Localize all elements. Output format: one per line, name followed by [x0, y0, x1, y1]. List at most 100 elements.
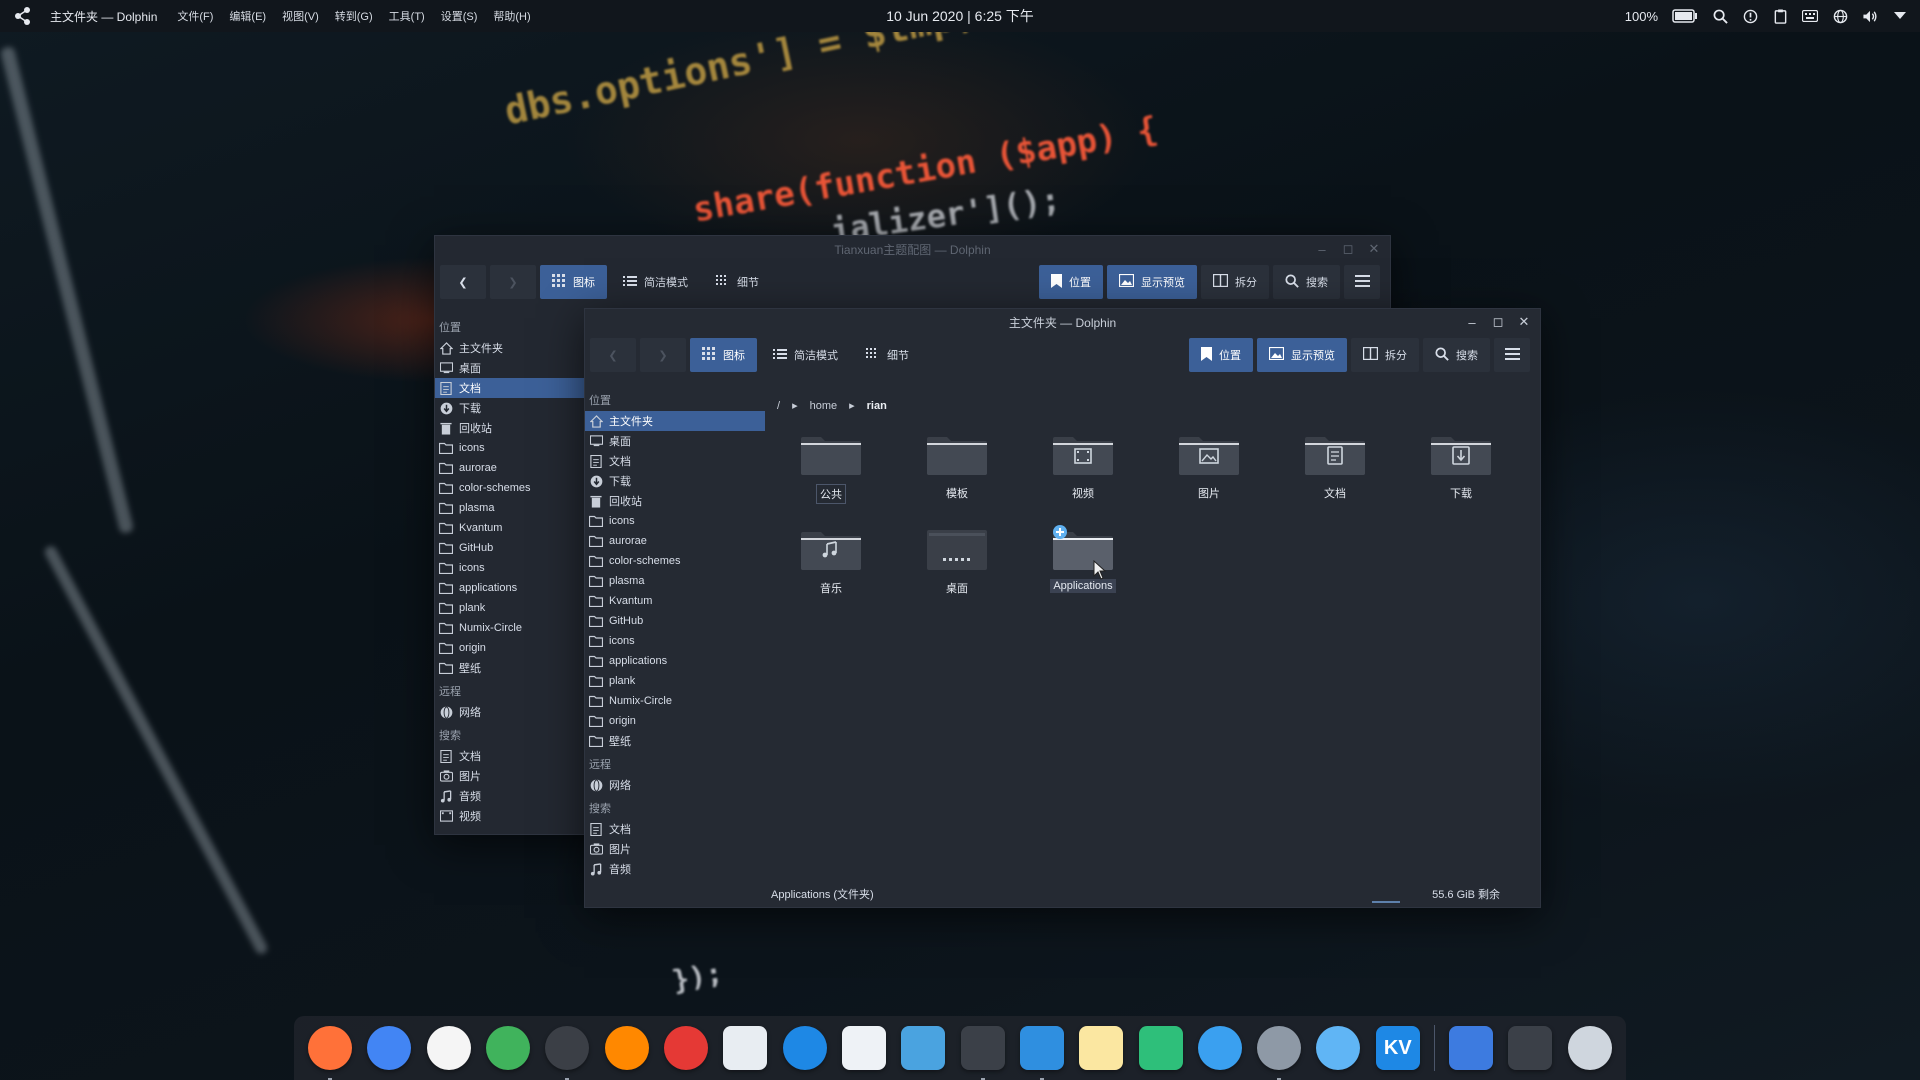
file-item[interactable]: 文档 [1287, 429, 1383, 502]
dock-app-browser[interactable] [1312, 1022, 1364, 1075]
dock-app-github[interactable] [423, 1022, 475, 1075]
split-button[interactable]: 拆分 [1201, 265, 1269, 299]
chevron-down-icon[interactable] [1892, 8, 1908, 24]
dock-app-store[interactable] [1134, 1022, 1186, 1075]
sidebar-item-places[interactable]: plasma [435, 498, 585, 518]
minimize-button[interactable]: – [1314, 241, 1330, 257]
sidebar-item-places[interactable]: 文档 [585, 451, 765, 471]
sidebar-item-places[interactable]: 桌面 [435, 358, 585, 378]
menu-item[interactable]: 视图(V) [282, 8, 319, 24]
back-button[interactable]: ❮ [440, 265, 486, 299]
menu-item[interactable]: 工具(T) [389, 8, 425, 24]
window-titlebar[interactable]: Tianxuan主题配图 — Dolphin – ◻ ✕ [435, 236, 1390, 262]
compact-view-button[interactable]: 简洁模式 [611, 265, 700, 299]
file-item[interactable]: Applications [1035, 524, 1131, 593]
places-button[interactable]: 位置 [1189, 338, 1253, 372]
dock-app-mail[interactable] [719, 1022, 771, 1075]
sidebar-item-places[interactable]: origin [435, 638, 585, 658]
sidebar-item-places[interactable]: 回收站 [435, 418, 585, 438]
sidebar-item-search[interactable]: 音频 [585, 859, 765, 879]
sidebar-item-places[interactable]: 文档 [435, 378, 585, 398]
sidebar-item-places[interactable]: plank [585, 671, 765, 691]
forward-button[interactable]: ❯ [490, 265, 536, 299]
sidebar-item-search[interactable]: 图片 [585, 839, 765, 859]
battery-icon[interactable] [1672, 8, 1698, 24]
close-button[interactable]: ✕ [1366, 241, 1382, 257]
dock-app-inkscape[interactable] [541, 1022, 593, 1080]
sidebar-item-places[interactable]: 下载 [435, 398, 585, 418]
sidebar-item-places[interactable]: color-schemes [585, 551, 765, 571]
sidebar-item-places[interactable]: icons [585, 631, 765, 651]
sidebar-item-places[interactable]: icons [435, 438, 585, 458]
sidebar-item-places[interactable]: applications [585, 651, 765, 671]
file-item[interactable]: 下载 [1413, 429, 1509, 502]
sidebar-item-search[interactable]: 图片 [435, 766, 585, 786]
sidebar-item-search[interactable]: 音频 [435, 786, 585, 806]
dock-app-settings[interactable] [1253, 1022, 1305, 1080]
dock-app-dolphin[interactable] [1016, 1022, 1068, 1080]
sidebar-item-remote[interactable]: 网络 [435, 702, 585, 722]
window-titlebar[interactable]: 主文件夹 — Dolphin – ◻ ✕ [585, 309, 1540, 335]
volume-icon[interactable] [1862, 8, 1878, 24]
sidebar-item-places[interactable]: 壁纸 [435, 658, 585, 678]
show-preview-button[interactable]: 显示预览 [1107, 265, 1197, 299]
dock-app-notes[interactable] [1075, 1022, 1127, 1075]
details-view-button[interactable]: 细节 [854, 338, 921, 372]
sidebar-item-search[interactable]: 视频 [435, 806, 585, 826]
sidebar-item-places[interactable]: 壁纸 [585, 731, 765, 751]
dock-app-share[interactable] [1194, 1022, 1246, 1075]
show-preview-button[interactable]: 显示预览 [1257, 338, 1347, 372]
menu-item[interactable]: 转到(G) [335, 8, 373, 24]
sidebar-item-places[interactable]: Kvantum [585, 591, 765, 611]
compact-view-button[interactable]: 简洁模式 [761, 338, 850, 372]
sidebar-item-places[interactable]: GitHub [435, 538, 585, 558]
sidebar-item-search[interactable]: 文档 [585, 819, 765, 839]
dock-app-atom[interactable] [482, 1022, 534, 1075]
sidebar-item-places[interactable]: icons [585, 511, 765, 531]
app-launcher-button[interactable] [10, 3, 36, 29]
places-button[interactable]: 位置 [1039, 265, 1103, 299]
minimize-button[interactable]: – [1464, 314, 1480, 330]
file-item[interactable]: 桌面 [909, 524, 1005, 597]
sidebar-item-search[interactable]: 文档 [435, 746, 585, 766]
sidebar-item-places[interactable]: 主文件夹 [585, 411, 765, 431]
clipboard-icon[interactable] [1772, 8, 1788, 24]
dock-app-preview[interactable] [897, 1022, 949, 1075]
sidebar-item-places[interactable]: Numix-Circle [435, 618, 585, 638]
sidebar-item-places[interactable]: applications [435, 578, 585, 598]
back-button[interactable]: ❮ [590, 338, 636, 372]
sidebar-item-places[interactable]: 回收站 [585, 491, 765, 511]
file-item[interactable]: 音乐 [783, 524, 879, 597]
notifications-icon[interactable] [1742, 8, 1758, 24]
sidebar-item-remote[interactable]: 网络 [585, 775, 765, 795]
dock-app-terminal[interactable] [956, 1022, 1008, 1080]
icons-view-button[interactable]: 图标 [540, 265, 607, 299]
keyboard-icon[interactable] [1802, 8, 1818, 24]
sidebar-item-places[interactable]: plasma [585, 571, 765, 591]
sidebar-item-places[interactable]: color-schemes [435, 478, 585, 498]
sidebar-item-places[interactable]: GitHub [585, 611, 765, 631]
hamburger-menu-button[interactable] [1494, 338, 1530, 372]
sidebar-item-places[interactable]: 下载 [585, 471, 765, 491]
breadcrumb-home[interactable]: home [810, 400, 838, 412]
details-view-button[interactable]: 细节 [704, 265, 771, 299]
dock-app-qq[interactable] [779, 1022, 831, 1075]
dock-app-kvantum[interactable]: KV [1372, 1022, 1424, 1075]
menu-item[interactable]: 帮助(H) [493, 8, 530, 24]
sidebar-item-places[interactable]: aurorae [435, 458, 585, 478]
dock-app-tasks[interactable] [838, 1022, 890, 1075]
file-view[interactable]: 公共 模板 视频 图片 文档 下载 音乐 桌面 Applications [775, 429, 1535, 859]
breadcrumb-root[interactable]: / [777, 400, 780, 412]
sidebar-item-places[interactable]: Kvantum [435, 518, 585, 538]
sidebar-item-places[interactable]: 桌面 [585, 431, 765, 451]
split-button[interactable]: 拆分 [1351, 338, 1419, 372]
sidebar-item-places[interactable]: 主文件夹 [435, 338, 585, 358]
menu-item[interactable]: 设置(S) [441, 8, 478, 24]
icons-view-button[interactable]: 图标 [690, 338, 757, 372]
dock-app-firefox[interactable] [304, 1022, 356, 1080]
forward-button[interactable]: ❯ [640, 338, 686, 372]
menu-item[interactable]: 文件(F) [177, 8, 213, 24]
dock-app-netease-music[interactable] [660, 1022, 712, 1075]
file-item[interactable]: 视频 [1035, 429, 1131, 502]
dock-app-chrome[interactable] [363, 1022, 415, 1075]
